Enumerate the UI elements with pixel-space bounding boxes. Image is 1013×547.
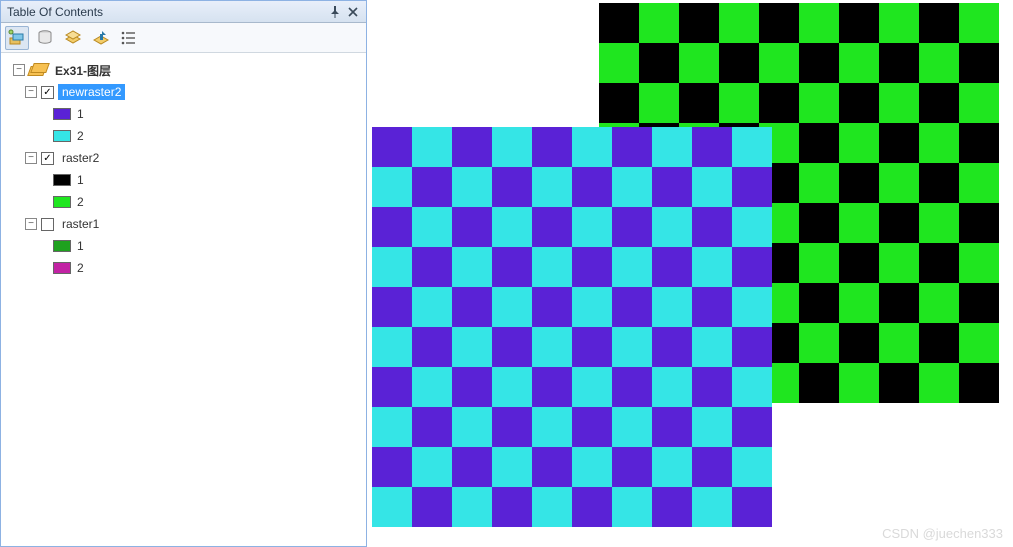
- watermark: CSDN @juechen333: [882, 526, 1003, 541]
- table-of-contents-panel: Table Of Contents: [0, 0, 367, 547]
- symbology-label: 2: [75, 129, 84, 143]
- layer-visibility-checkbox[interactable]: [41, 86, 54, 99]
- expander-icon[interactable]: −: [13, 64, 25, 76]
- symbology-swatch: [53, 240, 71, 252]
- symbology-label: 1: [75, 173, 84, 187]
- expander-icon[interactable]: −: [25, 218, 37, 230]
- symbology-row: 1: [7, 103, 360, 125]
- layer-label: raster1: [58, 216, 103, 232]
- dataframe-label: Ex31-图层: [51, 61, 115, 80]
- layer-node-raster2[interactable]: − raster2: [7, 147, 360, 169]
- symbology-label: 1: [75, 107, 84, 121]
- layer-label: newraster2: [58, 84, 125, 100]
- symbology-swatch: [53, 108, 71, 120]
- expander-icon[interactable]: −: [25, 152, 37, 164]
- symbology-label: 2: [75, 261, 84, 275]
- symbology-swatch: [53, 196, 71, 208]
- symbology-label: 1: [75, 239, 84, 253]
- layer-label: raster2: [58, 150, 103, 166]
- expander-icon[interactable]: −: [25, 86, 37, 98]
- list-by-drawing-order-button[interactable]: [5, 26, 29, 50]
- close-icon[interactable]: [346, 5, 360, 19]
- symbology-row: 2: [7, 125, 360, 147]
- symbology-row: 2: [7, 257, 360, 279]
- toc-header: Table Of Contents: [1, 1, 366, 23]
- toc-title: Table Of Contents: [7, 5, 103, 19]
- toc-options-button[interactable]: [117, 26, 141, 50]
- map-canvas[interactable]: CSDN @juechen333: [367, 0, 1013, 547]
- raster-newraster2: [372, 127, 772, 527]
- symbology-label: 2: [75, 195, 84, 209]
- symbology-swatch: [53, 130, 71, 142]
- layer-node-newraster2[interactable]: − newraster2: [7, 81, 360, 103]
- list-by-visibility-button[interactable]: [61, 26, 85, 50]
- toc-tree: − Ex31-图层 − newraster2 1 2: [1, 53, 366, 546]
- dataframe-node[interactable]: − Ex31-图层: [7, 59, 360, 81]
- symbology-row: 2: [7, 191, 360, 213]
- symbology-swatch: [53, 174, 71, 186]
- layer-visibility-checkbox[interactable]: [41, 152, 54, 165]
- dataframe-icon: [29, 63, 47, 77]
- symbology-row: 1: [7, 235, 360, 257]
- pin-icon[interactable]: [328, 5, 342, 19]
- layer-visibility-checkbox[interactable]: [41, 218, 54, 231]
- symbology-row: 1: [7, 169, 360, 191]
- layer-node-raster1[interactable]: − raster1: [7, 213, 360, 235]
- toc-toolbar: [1, 23, 366, 53]
- list-by-source-button[interactable]: [33, 26, 57, 50]
- list-by-selection-button[interactable]: [89, 26, 113, 50]
- symbology-swatch: [53, 262, 71, 274]
